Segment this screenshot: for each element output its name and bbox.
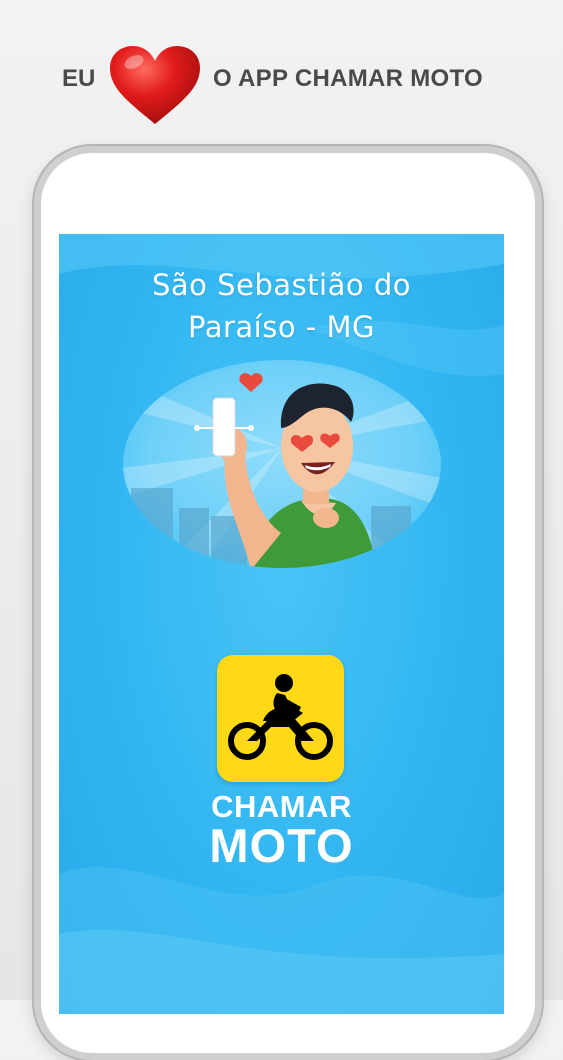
heart-icon — [110, 46, 200, 124]
banner-text-app: O APP CHAMAR MOTO — [213, 65, 484, 92]
promo-banner: EU O APP CHAMAR MOTO — [0, 40, 563, 124]
man-with-phone-icon — [123, 360, 441, 568]
city-name-line-2: Paraíso - MG — [188, 310, 375, 344]
logo-text-moto: MOTO — [209, 819, 354, 872]
banner-text-eu: EU — [62, 65, 96, 92]
app-logo — [217, 655, 344, 782]
motorcycle-rider-icon — [228, 674, 333, 760]
app-screen: São Sebastião do Paraíso - MG CHAMAR MOT… — [59, 234, 504, 1014]
wave-background — [59, 234, 504, 1014]
city-name-line-1: São Sebastião do — [152, 268, 411, 302]
